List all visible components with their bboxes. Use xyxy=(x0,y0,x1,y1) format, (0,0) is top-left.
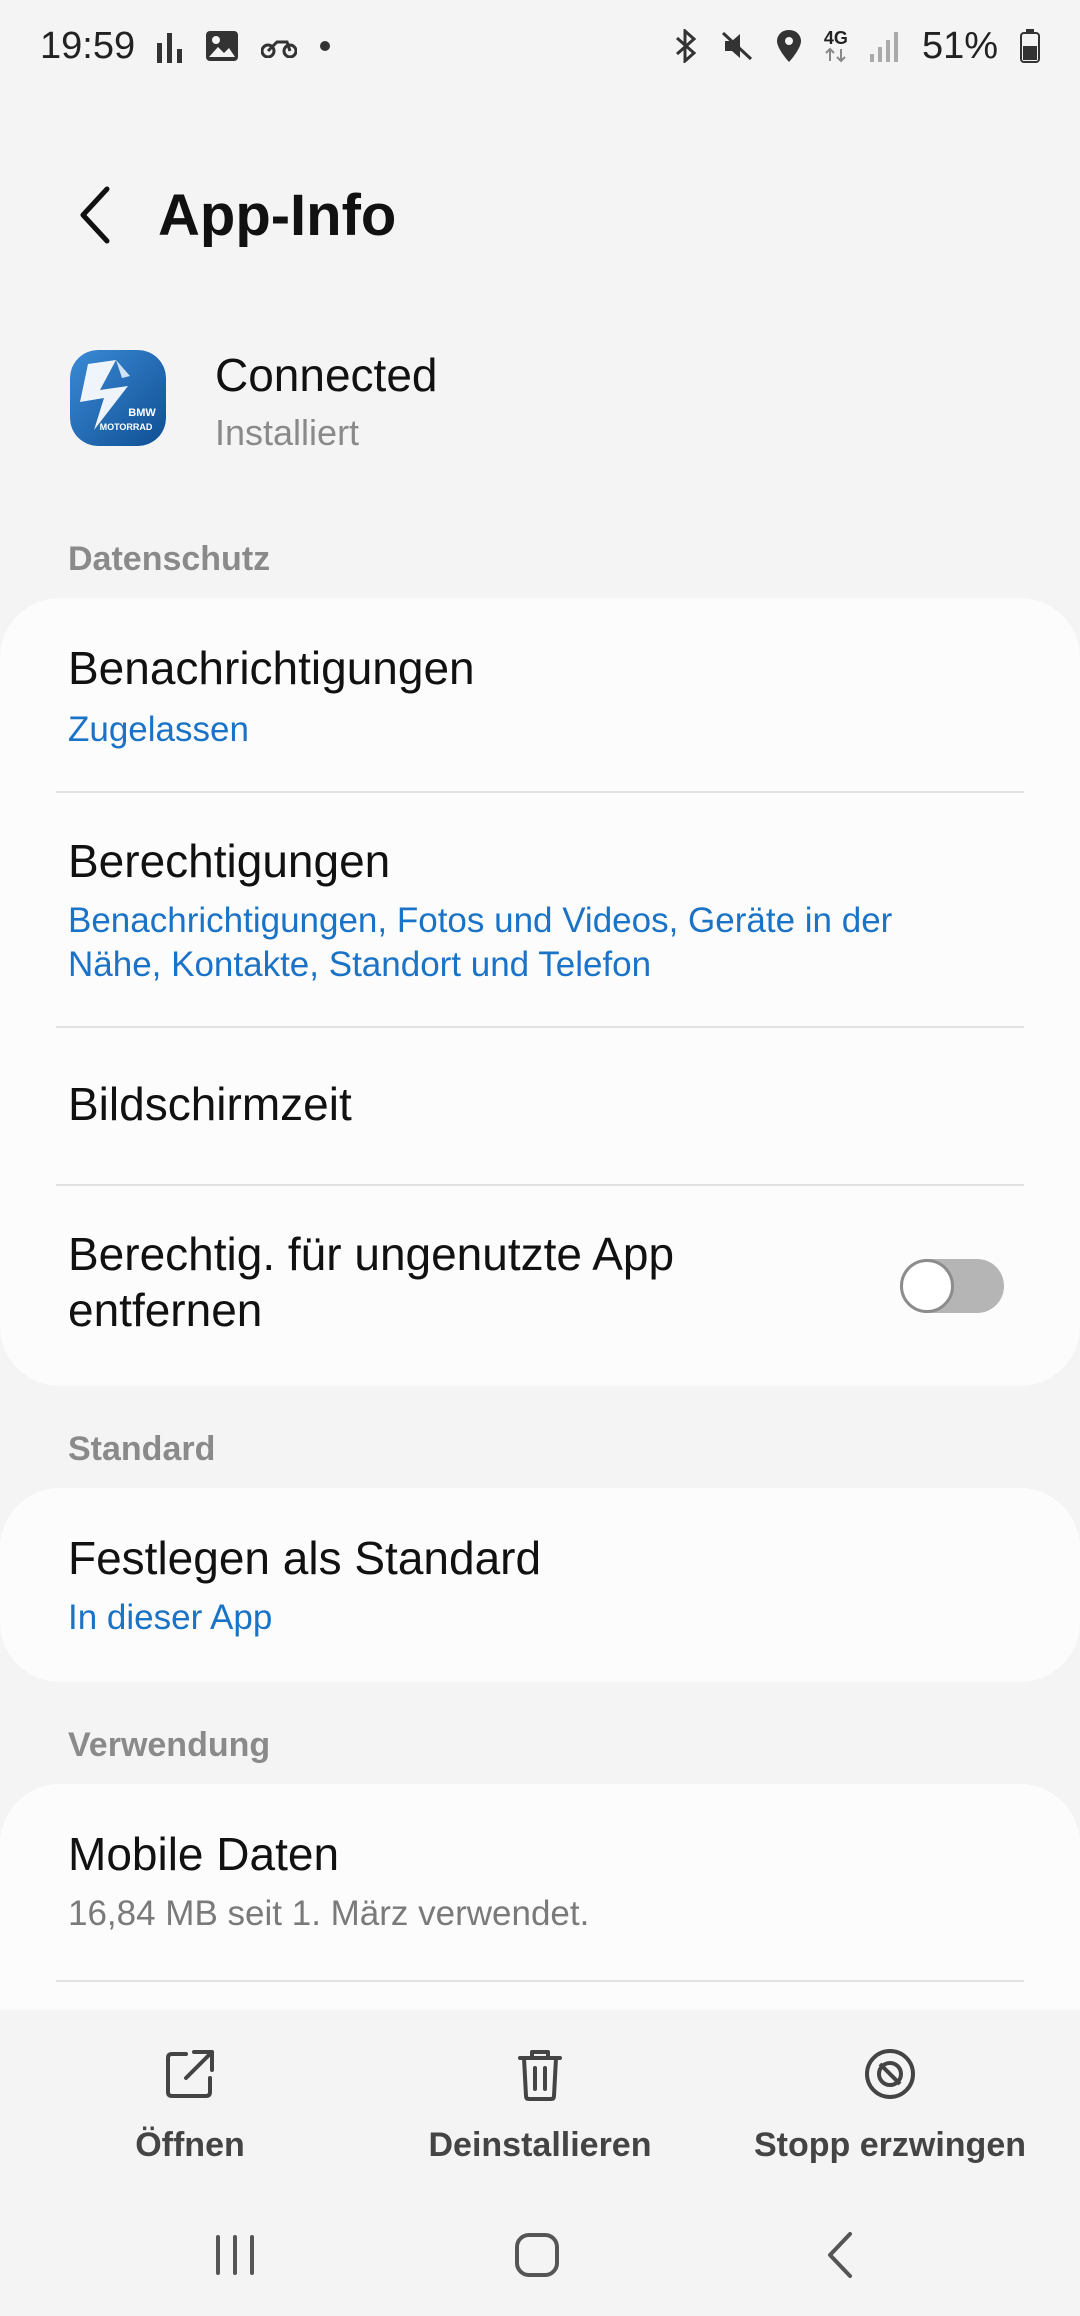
location-icon xyxy=(776,26,802,66)
bluetooth-icon xyxy=(674,26,698,66)
force-stop-button[interactable]: Stopp erzwingen xyxy=(740,2030,1040,2180)
battery-percent: 51% xyxy=(921,24,998,67)
back-icon xyxy=(828,2232,852,2278)
trash-icon xyxy=(518,2050,562,2101)
app-info-screen: 19:59 4G 51% App-Info BMW MOTORRAD Conne… xyxy=(0,0,1080,2316)
chevron-left-icon xyxy=(80,186,110,244)
status-bar-left: 19:59 xyxy=(40,25,331,68)
open-button[interactable]: Öffnen xyxy=(40,2030,340,2180)
permissions-title: Berechtigungen xyxy=(68,835,391,887)
status-bar: 19:59 4G 51% xyxy=(0,0,1080,92)
mobile-data-item[interactable]: Mobile Daten 16,84 MB seit 1. März verwe… xyxy=(0,1784,1080,1980)
section-label-privacy: Datenschutz xyxy=(68,540,271,578)
remove-permissions-toggle[interactable] xyxy=(900,1259,1004,1313)
system-nav-bar xyxy=(0,2200,1080,2316)
block-icon xyxy=(865,2049,915,2099)
signal-bars-icon xyxy=(157,26,183,66)
divider xyxy=(56,1980,1024,1982)
dot-icon xyxy=(319,26,331,66)
recents-button[interactable] xyxy=(175,2220,295,2290)
screen-time-item[interactable]: Bildschirmzeit xyxy=(0,1028,1080,1184)
battery-icon xyxy=(1020,26,1040,66)
section-label-default: Standard xyxy=(68,1430,216,1468)
section-label-usage: Verwendung xyxy=(68,1726,271,1764)
status-bar-right: 4G 51% xyxy=(674,25,1040,68)
network-4g-icon: 4G xyxy=(824,26,848,66)
toggle-knob xyxy=(900,1259,954,1313)
clock: 19:59 xyxy=(40,24,136,67)
default-card: Festlegen als Standard In dieser App xyxy=(0,1488,1080,1682)
remove-permissions-title-line2: entfernen xyxy=(68,1284,263,1336)
open-external-icon xyxy=(166,2050,214,2098)
motorcycle-icon xyxy=(261,26,298,66)
screen-time-title: Bildschirmzeit xyxy=(68,1078,352,1130)
gallery-icon xyxy=(205,26,239,66)
bottom-action-bar: Öffnen Deinstallieren Stopp erzwingen xyxy=(0,2010,1080,2190)
notifications-subtitle: Zugelassen xyxy=(68,710,249,749)
bmw-motorrad-app-icon: BMW MOTORRAD xyxy=(70,350,166,446)
mute-icon xyxy=(720,26,754,66)
uninstall-label: Deinstallieren xyxy=(428,2126,652,2164)
app-bar: App-Info xyxy=(0,160,1080,270)
app-name: Connected xyxy=(215,349,438,401)
app-install-status: Installiert xyxy=(215,412,360,453)
uninstall-button[interactable]: Deinstallieren xyxy=(390,2030,690,2180)
mobile-data-title: Mobile Daten xyxy=(68,1828,340,1880)
remove-permissions-title-line1: Berechtig. für ungenutzte App xyxy=(68,1228,675,1280)
open-label: Öffnen xyxy=(135,2126,245,2164)
back-button[interactable] xyxy=(55,175,135,255)
permissions-item[interactable]: Berechtigungen Benachrichtigungen, Fotos… xyxy=(0,793,1080,1026)
notifications-title: Benachrichtigungen xyxy=(68,642,475,694)
app-icon-sub-text: MOTORRAD xyxy=(100,422,153,432)
set-as-default-item[interactable]: Festlegen als Standard In dieser App xyxy=(0,1488,1080,1682)
set-as-default-title: Festlegen als Standard xyxy=(68,1532,542,1584)
home-button[interactable] xyxy=(477,2220,597,2290)
mobile-data-subtitle: 16,84 MB seit 1. März verwendet. xyxy=(68,1894,590,1933)
page-title: App-Info xyxy=(158,183,397,248)
app-summary: BMW MOTORRAD Connected Installiert xyxy=(0,340,1080,470)
network-label: 4G xyxy=(823,28,848,48)
recents-icon xyxy=(216,2235,254,2275)
signal-icon xyxy=(869,26,900,66)
notifications-item[interactable]: Benachrichtigungen Zugelassen xyxy=(0,598,1080,791)
usage-card: Mobile Daten 16,84 MB seit 1. März verwe… xyxy=(0,1784,1080,2010)
app-icon-brand-text: BMW xyxy=(128,407,156,419)
home-icon xyxy=(515,2233,559,2277)
permissions-subtitle-line1: Benachrichtigungen, Fotos und Videos, Ge… xyxy=(68,901,893,940)
force-stop-label: Stopp erzwingen xyxy=(754,2126,1026,2164)
permissions-subtitle-line2: Nähe, Kontakte, Standort und Telefon xyxy=(68,945,652,984)
privacy-card: Benachrichtigungen Zugelassen Berechtigu… xyxy=(0,598,1080,1386)
back-nav-button[interactable] xyxy=(780,2220,900,2290)
set-as-default-subtitle: In dieser App xyxy=(68,1598,273,1637)
